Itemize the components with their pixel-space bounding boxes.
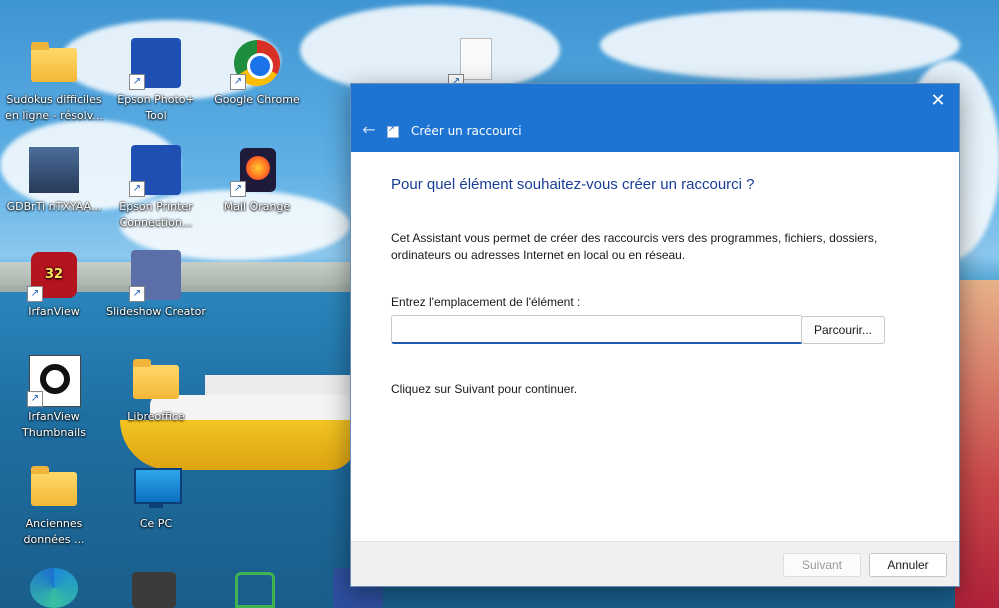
chrome-icon: ↗ [230, 38, 282, 90]
close-icon[interactable]: ✕ [927, 90, 949, 112]
desktop-icon-epson-photo[interactable]: ↗ Epson Photo+ Tool [106, 38, 206, 124]
desktop-icon-label: Epson Photo+ Tool [117, 93, 195, 122]
photo-thumbnail-icon [29, 145, 79, 195]
desktop-icon-label: Anciennes données ... [23, 517, 85, 546]
app-icon[interactable] [235, 572, 275, 608]
shortcut-arrow-icon: ↗ [230, 181, 246, 197]
firefox-icon: ↗ [230, 145, 282, 197]
irfanview-icon: 32 ↗ [27, 250, 79, 302]
dialog-description: Cet Assistant vous permet de créer des r… [391, 231, 878, 262]
shortcut-arrow-icon: ↗ [230, 74, 246, 90]
folder-icon [29, 38, 79, 88]
desktop-icon-label: IrfanView Thumbnails [22, 410, 86, 439]
edge-icon[interactable] [30, 568, 78, 608]
desktop-icon-libreoffice[interactable]: Libreoffice [106, 355, 206, 425]
desktop-icon-mail-orange[interactable]: ↗ Mail Orange [207, 145, 307, 215]
slideshow-icon: ↗ [129, 250, 181, 302]
desktop-icon-irfanview-thumbnails[interactable]: ↗ IrfanView Thumbnails [4, 355, 104, 441]
continue-instruction: Cliquez sur Suivant pour continuer. [391, 382, 578, 396]
cancel-button[interactable]: Annuler [869, 553, 947, 577]
panda-icon: ↗ [27, 355, 81, 407]
desktop-icon-label: Slideshow Creator [106, 305, 206, 318]
cloud [600, 10, 960, 80]
desktop-icon-label: Libreoffice [127, 410, 185, 423]
epson-photo-icon: ↗ [129, 38, 181, 90]
desktop-icon-label: Epson Printer Connection... [119, 200, 193, 229]
desktop-icon-label: Mail Orange [223, 200, 291, 213]
monitor-icon [131, 462, 182, 512]
browse-button[interactable]: Parcourir... [801, 316, 885, 344]
back-arrow-icon[interactable]: ← [359, 120, 379, 140]
desktop-icon-photo[interactable]: GDBrTi nTXYAA... [4, 145, 104, 215]
dialog-heading: Pour quel élément souhaitez-vous créer u… [391, 176, 755, 193]
location-label: Entrez l'emplacement de l'élément : [391, 295, 581, 309]
shortcut-arrow-icon: ↗ [129, 181, 145, 197]
desktop-icon-label: GDBrTi nTXYAA... [6, 200, 102, 213]
shortcut-icon [387, 124, 399, 138]
desktop-icon-slideshow[interactable]: ↗ Slideshow Creator [106, 250, 206, 320]
desktop-icon-epson-printer[interactable]: ↗ Epson Printer Connection... [106, 145, 206, 231]
shortcut-arrow-icon: ↗ [27, 391, 43, 407]
desktop-icon-label: Sudokus difficiles en ligne - résolv... [5, 93, 103, 122]
desktop-icon-anciennes-donnees[interactable]: Anciennes données ... [4, 462, 104, 548]
shortcut-arrow-icon: ↗ [129, 286, 145, 302]
desktop-icon-label: IrfanView [28, 305, 80, 318]
dialog-title: Créer un raccourci [411, 124, 522, 138]
desktop-icon-chrome[interactable]: ↗ Google Chrome [207, 38, 307, 108]
next-button[interactable]: Suivant [783, 553, 861, 577]
dialog-footer: Suivant Annuler [351, 541, 959, 586]
desktop-icon-sudokus[interactable]: Sudokus difficiles en ligne - résolv... [4, 38, 104, 124]
file-icon: ↗ [448, 38, 500, 90]
flowers [955, 280, 999, 608]
shortcut-arrow-icon: ↗ [27, 286, 43, 302]
desktop-icon-label: Ce PC [139, 517, 173, 530]
camera-icon[interactable] [132, 572, 176, 608]
desktop-icon-label: Google Chrome [214, 93, 300, 106]
desktop-icon-irfanview[interactable]: 32 ↗ IrfanView [4, 250, 104, 320]
create-shortcut-dialog: ✕ ← Créer un raccourci Pour quel élément… [350, 83, 960, 587]
folder-icon [131, 355, 181, 405]
epson-printer-icon: ↗ [129, 145, 181, 197]
desktop-icon-ce-pc[interactable]: Ce PC [106, 462, 206, 532]
folder-icon [29, 462, 79, 512]
shortcut-arrow-icon: ↗ [129, 74, 145, 90]
dialog-titlebar: ✕ ← Créer un raccourci [351, 84, 959, 152]
location-input[interactable] [391, 315, 803, 344]
